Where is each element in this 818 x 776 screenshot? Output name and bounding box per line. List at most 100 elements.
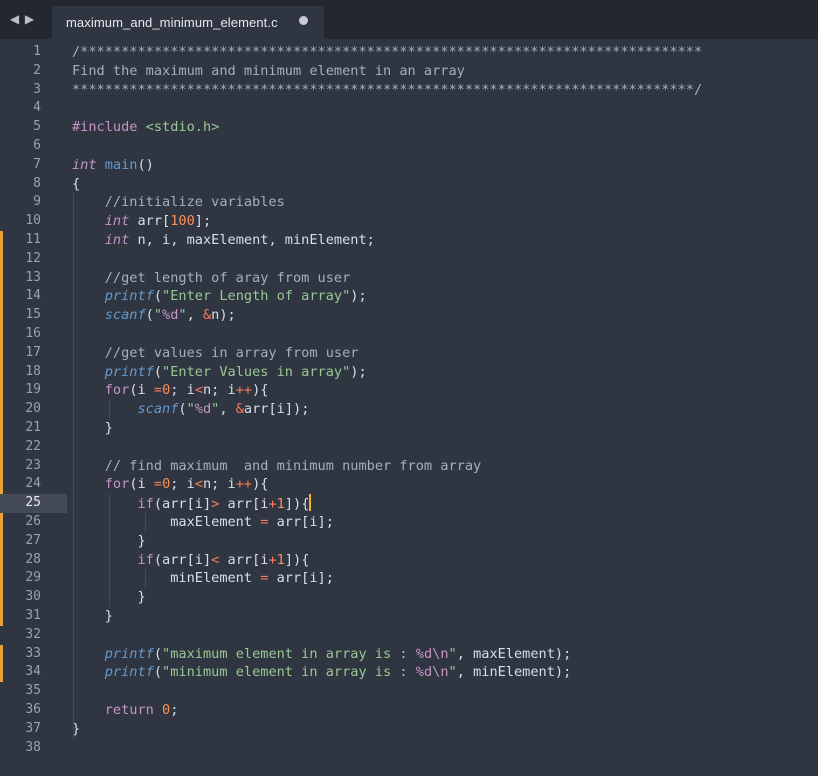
line-number[interactable]: 31 (0, 607, 41, 626)
code-line[interactable]: int arr[100]; (72, 212, 211, 231)
line-number[interactable]: 8 (0, 175, 41, 194)
code-line[interactable]: minElement = arr[i]; (72, 569, 334, 588)
line-number[interactable]: 10 (0, 212, 41, 231)
code-token: ]){ (284, 496, 310, 513)
code-token: ++ (235, 382, 253, 399)
line-number[interactable]: 1 (0, 43, 41, 62)
code-line[interactable]: } (72, 607, 113, 626)
line-number[interactable]: 21 (0, 419, 41, 438)
line-number[interactable]: 14 (0, 287, 41, 306)
code-line[interactable]: if(arr[i]< arr[i+1]){ (72, 551, 309, 570)
code-token: n; i (203, 382, 236, 399)
arrow-left-icon[interactable]: ◀ (8, 12, 21, 26)
line-number[interactable]: 38 (0, 739, 41, 758)
code-editor[interactable]: 1 2 3 4 5 6 7 8 9 10 11 12 13 14 15 16 17 18 19 20 21 22 23 24 2… (0, 39, 818, 776)
line-number[interactable]: 26 (0, 513, 41, 532)
line-number[interactable]: 30 (0, 588, 41, 607)
line-number[interactable]: 7 (0, 156, 41, 175)
code-token: ( (178, 401, 187, 418)
code-token: %d (194, 401, 212, 418)
line-number[interactable]: 24 (0, 475, 41, 494)
code-token: int (104, 232, 130, 248)
code-line[interactable]: for(i =0; i<n; i++){ (72, 381, 269, 400)
code-line[interactable]: maxElement = arr[i]; (72, 513, 334, 532)
line-number[interactable]: 25 (0, 494, 41, 513)
line-number[interactable]: 20 (0, 400, 41, 419)
line-number[interactable]: 4 (0, 99, 41, 118)
line-number[interactable]: 28 (0, 551, 41, 570)
code-token: arr[i]; (268, 570, 334, 587)
line-number[interactable]: 36 (0, 701, 41, 720)
code-line[interactable]: //get length of aray from user (72, 269, 351, 288)
line-number[interactable]: 32 (0, 626, 41, 645)
line-number[interactable]: 6 (0, 137, 41, 156)
line-number[interactable]: 3 (0, 81, 41, 100)
line-number[interactable]: 15 (0, 306, 41, 325)
code-token: 1 (276, 496, 285, 513)
code-token: & (202, 307, 212, 324)
line-number[interactable]: 33 (0, 645, 41, 664)
code-token: Find the maximum and minimum element in … (72, 62, 465, 79)
code-line[interactable]: if(arr[i]> arr[i+1]){ (72, 494, 312, 514)
line-number[interactable]: 27 (0, 532, 41, 551)
code-token: (i (129, 382, 154, 399)
unsaved-dot-icon[interactable] (299, 16, 308, 25)
indent-guide (73, 193, 74, 739)
code-token: maxElement (72, 514, 261, 530)
code-token: int (104, 213, 130, 230)
code-line[interactable]: printf("Enter Length of array"); (72, 287, 367, 306)
line-number[interactable]: 5 (0, 118, 41, 137)
code-token: ( (145, 307, 154, 324)
code-line[interactable]: //initialize variables (72, 193, 285, 212)
line-number[interactable]: 37 (0, 720, 41, 739)
code-token: ****************************************… (72, 81, 703, 98)
indent-guide (109, 400, 110, 419)
code-token: "Enter Values in array" (162, 363, 351, 380)
line-number[interactable]: 17 (0, 344, 41, 363)
line-number[interactable]: 12 (0, 250, 41, 269)
code-line[interactable]: scanf("%d", &arr[i]); (72, 400, 309, 419)
code-line[interactable]: { (72, 175, 80, 194)
line-number[interactable]: 34 (0, 663, 41, 682)
line-number[interactable]: 11 (0, 231, 41, 250)
code-token: scanf (137, 401, 179, 418)
code-line[interactable]: return 0; (72, 701, 179, 720)
code-line[interactable]: #include <stdio.h> (72, 118, 219, 137)
code-token: ; i (170, 382, 195, 399)
code-line[interactable]: int n, i, maxElement, minElement; (72, 231, 375, 250)
line-number[interactable]: 9 (0, 193, 41, 212)
code-token: n); (211, 307, 236, 324)
code-line[interactable]: } (72, 419, 113, 438)
code-token: " (178, 307, 187, 324)
code-token: "minimum element in array is : (162, 664, 416, 681)
code-token: "maximum element in array is : (162, 645, 416, 662)
code-line[interactable]: Find the maximum and minimum element in … (72, 62, 465, 81)
line-number[interactable]: 35 (0, 682, 41, 701)
code-line[interactable]: /***************************************… (72, 43, 702, 62)
code-line[interactable]: int main() (72, 156, 154, 175)
line-number-gutter[interactable]: 1 2 3 4 5 6 7 8 9 10 11 12 13 14 15 16 17 18 19 20 21 22 23 24 2… (0, 39, 67, 776)
line-number[interactable]: 2 (0, 62, 41, 81)
code-line[interactable]: printf("minimum element in array is : %d… (72, 663, 572, 682)
tab-file[interactable]: maximum_and_minimum_element.c (52, 6, 324, 39)
line-number[interactable]: 13 (0, 269, 41, 288)
code-line[interactable]: scanf("%d", &n); (72, 306, 236, 325)
code-token: arr[i]); (243, 401, 310, 418)
code-line[interactable]: for(i =0; i<n; i++){ (72, 475, 269, 494)
code-line[interactable]: printf("Enter Values in array"); (72, 363, 367, 382)
line-number[interactable]: 19 (0, 381, 41, 400)
line-number[interactable]: 29 (0, 569, 41, 588)
line-number[interactable]: 22 (0, 438, 41, 457)
code-line[interactable]: ****************************************… (72, 81, 702, 100)
line-number[interactable]: 16 (0, 325, 41, 344)
code-token: arr[i (219, 496, 269, 513)
line-number[interactable]: 18 (0, 363, 41, 382)
line-number[interactable]: 23 (0, 457, 41, 476)
code-line[interactable]: //get values in array from user (72, 344, 359, 363)
code-token: ; i (170, 476, 195, 493)
code-line[interactable]: printf("maximum element in array is : %d… (72, 645, 572, 664)
code-line[interactable]: // find maximum and minimum number from … (72, 457, 481, 476)
arrow-right-icon[interactable]: ▶ (23, 12, 36, 26)
